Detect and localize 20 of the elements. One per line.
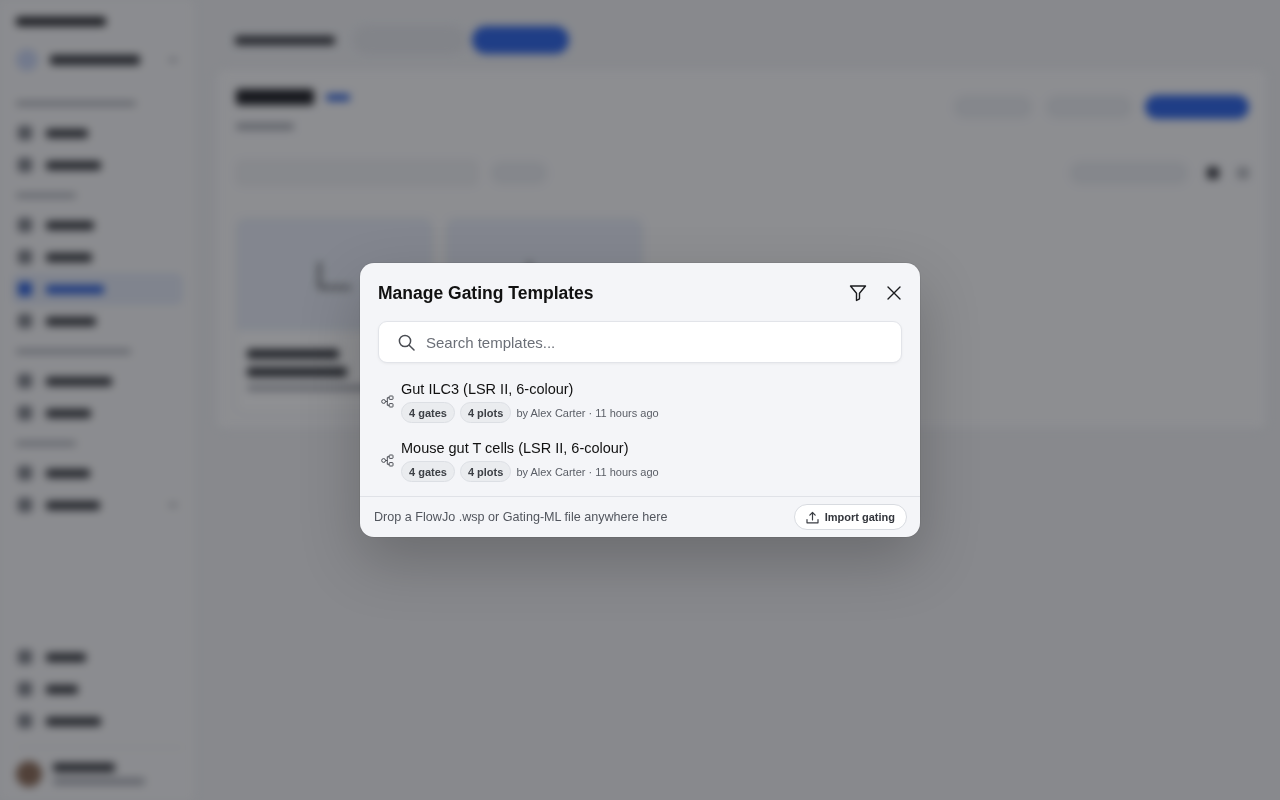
search-icon <box>398 333 415 351</box>
close-icon <box>885 284 903 302</box>
template-meta: by Alex Carter · 11 hours ago <box>516 406 659 419</box>
filter-button[interactable] <box>849 284 867 302</box>
template-name[interactable]: Mouse gut T cells (LSR II, 6-colour) <box>401 439 629 457</box>
template-tag: 4 gates <box>401 461 455 482</box>
template-icon <box>381 454 394 467</box>
template-tag: 4 plots <box>459 461 512 482</box>
search-field[interactable]: Search templates... <box>378 321 902 363</box>
upload-icon <box>805 510 819 524</box>
template-icon <box>381 395 394 408</box>
template-tag: 4 plots <box>459 402 512 423</box>
template-tag: 4 gates <box>401 402 455 423</box>
template-name[interactable]: Gut ILC3 (LSR II, 6-colour) <box>401 380 574 398</box>
dialog-title: Manage Gating Templates <box>378 282 594 304</box>
close-button[interactable] <box>885 284 903 302</box>
drop-hint: Drop a FlowJo .wsp or Gating-ML file anywhere here <box>374 510 668 524</box>
import-button[interactable]: Import gating <box>793 504 907 530</box>
filter-icon <box>849 284 867 302</box>
template-meta: by Alex Carter · 11 hours ago <box>516 465 659 478</box>
